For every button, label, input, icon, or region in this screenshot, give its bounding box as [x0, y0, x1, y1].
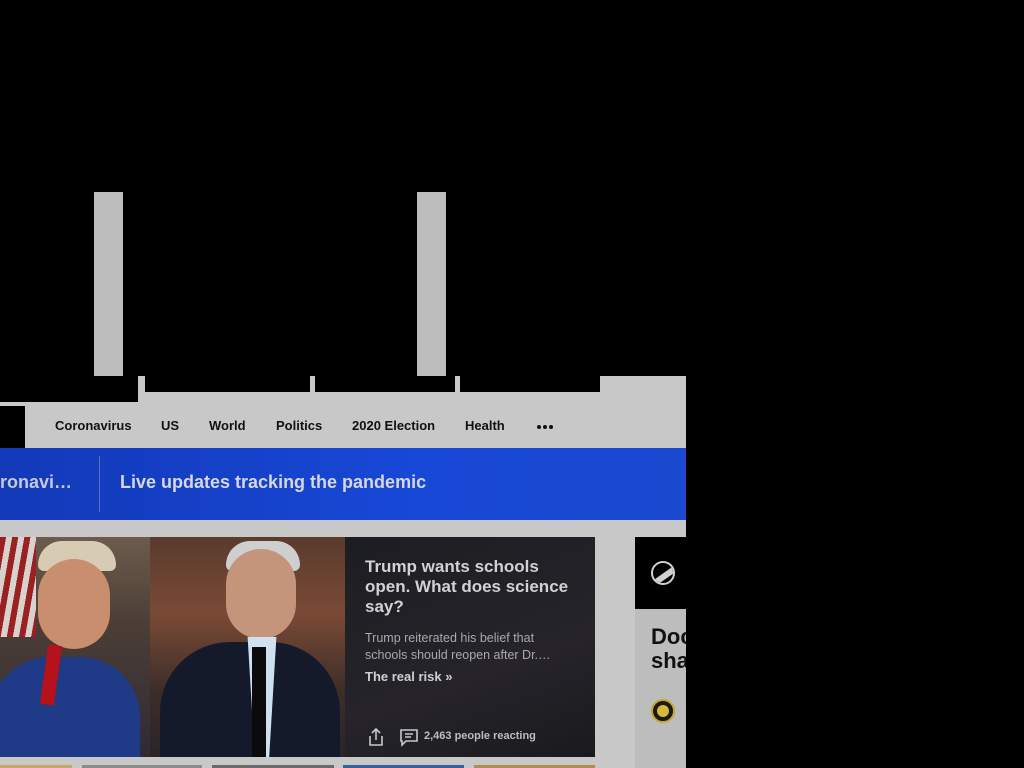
person-right-tie — [252, 647, 266, 757]
comment-icon[interactable] — [399, 727, 419, 747]
hero-description: Trump reiterated his belief that schools… — [365, 631, 551, 662]
hero-read-more-link[interactable]: The real risk » — [365, 669, 452, 684]
hero-title[interactable]: Trump wants schools open. What does scie… — [365, 557, 570, 617]
nav-item-politics[interactable]: Politics — [276, 418, 322, 433]
page-content: Coronavirus US World Politics 2020 Elect… — [0, 376, 686, 768]
placeholder-column-left — [94, 192, 123, 376]
header-strip — [315, 376, 455, 392]
nav-item-2020-election[interactable]: 2020 Election — [352, 418, 435, 433]
header-strip — [0, 376, 138, 402]
flag-graphic — [0, 537, 36, 637]
nav-item-world[interactable]: World — [209, 418, 246, 433]
banner-divider — [99, 456, 100, 512]
banner-topic-label[interactable]: ronavi… — [0, 472, 72, 493]
header-strip — [460, 376, 600, 392]
hero-story-card[interactable]: Trump wants schools open. What does scie… — [0, 537, 595, 757]
right-card-headline[interactable]: Doc sha — [651, 625, 686, 673]
person-left-body — [0, 657, 140, 757]
banner-title[interactable]: Live updates tracking the pandemic — [120, 472, 426, 493]
person-right-head — [226, 549, 296, 639]
placeholder-column-right — [417, 192, 446, 376]
more-horizontal-icon[interactable] — [536, 424, 554, 430]
publisher-logo-icon — [651, 561, 675, 585]
section-nav: Coronavirus US World Politics 2020 Elect… — [0, 406, 686, 448]
nav-item-coronavirus[interactable]: Coronavirus — [55, 418, 132, 433]
share-icon[interactable] — [366, 727, 386, 747]
header-strip — [145, 376, 310, 392]
nav-item-health[interactable]: Health — [465, 418, 505, 433]
person-left-head — [38, 559, 110, 649]
reaction-count[interactable]: 2,463 people reacting — [424, 730, 536, 742]
live-updates-banner[interactable]: ronavi… Live updates tracking the pandem… — [0, 448, 686, 520]
right-card-header[interactable] — [635, 537, 686, 609]
site-logo[interactable] — [0, 406, 25, 448]
right-card-body[interactable]: Doc sha — [635, 609, 686, 768]
hero-text-panel: Trump wants schools open. What does scie… — [345, 537, 595, 757]
source-badge-icon — [651, 699, 675, 723]
nav-item-us[interactable]: US — [161, 418, 179, 433]
